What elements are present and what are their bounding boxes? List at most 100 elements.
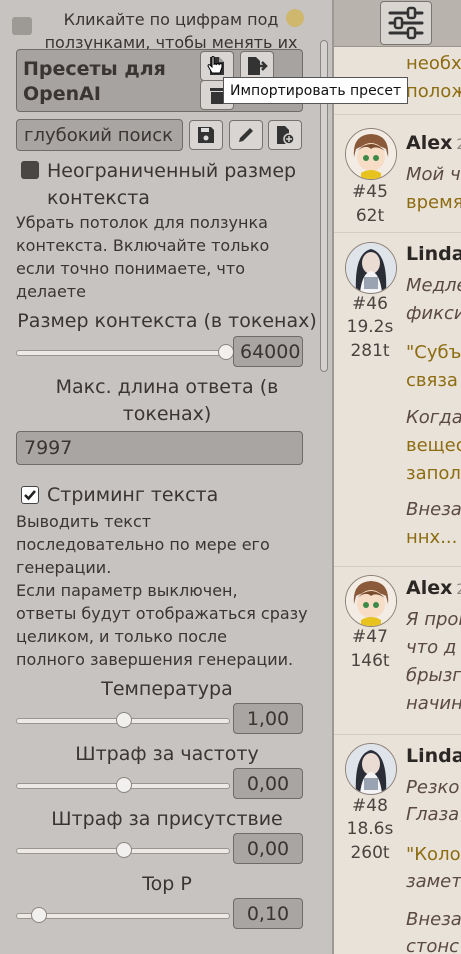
panel-corner-icon (286, 9, 304, 27)
top-p-slider[interactable] (16, 907, 230, 923)
linda-avatar-icon (346, 744, 396, 794)
streaming-desc-line: последовательно по мере его (16, 535, 270, 554)
unlimited-context-desc-line: если точно понимаете, что (16, 259, 245, 278)
close-panel-icon[interactable] (12, 17, 32, 35)
message-text-line: замет (406, 871, 461, 892)
pencil-icon (239, 128, 253, 142)
message-text-line: вещес (406, 435, 461, 456)
message-text-line: Я прог (406, 609, 461, 630)
message-index: #46 (352, 294, 388, 314)
slider-thumb[interactable] (116, 777, 132, 793)
presence-penalty-slider[interactable] (16, 842, 230, 858)
streaming-desc-line: ответы будут отображаться сразу (16, 604, 308, 623)
import-preset-tooltip: Импортировать пресет (223, 77, 409, 104)
message-text-line: Внеза (406, 499, 461, 520)
message-index: #45 (352, 182, 388, 202)
slider-thumb[interactable] (116, 842, 132, 858)
message-divider (334, 114, 461, 115)
message-text-line: брызг (406, 665, 461, 686)
context-size-value[interactable]: 64000 (233, 336, 303, 367)
message-timestamp: 2 (456, 582, 461, 598)
message-text-line: начин (406, 693, 461, 714)
message-divider (334, 232, 461, 233)
temperature-label: Температура (101, 678, 233, 700)
message-text-line: "Коло (406, 844, 461, 865)
message-text-line: запол (406, 463, 461, 484)
streaming-desc-line: полного завершения генерации. (16, 650, 294, 669)
save-preset-button[interactable] (189, 120, 223, 150)
message-index: #47 (352, 627, 388, 647)
preset-select[interactable]: глубокий поиск (16, 119, 183, 151)
message-author: Linda (406, 745, 461, 767)
sliders-icon (388, 6, 424, 40)
top-p-value[interactable]: 0,10 (233, 898, 303, 929)
message-author: Alex 2 (406, 577, 461, 599)
top-p-label: Top P (142, 873, 192, 895)
message-text-line: время (406, 192, 461, 213)
temperature-value[interactable]: 1,00 (233, 703, 303, 734)
new-preset-button[interactable] (268, 120, 302, 150)
max-response-input[interactable]: 7997 (16, 431, 303, 465)
message-index: #48 (352, 796, 388, 816)
unlimited-context-checkbox[interactable] (21, 161, 39, 179)
message-token-count: 146t (350, 651, 390, 671)
presence-penalty-value[interactable]: 0,00 (233, 833, 303, 864)
unlimited-context-desc-line: контекста. Включайте только (16, 236, 270, 255)
message-text-line: фикси (406, 303, 461, 324)
avatar[interactable] (345, 743, 397, 795)
message-text-line: связа (406, 370, 458, 391)
message-text-line: Мой ч (406, 164, 461, 185)
message-token-count: 281t (350, 341, 390, 361)
settings-panel: Кликайте по цифрам под ползунками, чтобы… (0, 0, 334, 954)
streaming-checkbox[interactable] (21, 486, 39, 504)
rename-preset-button[interactable] (229, 120, 263, 150)
slider-thumb[interactable] (116, 712, 132, 728)
file-add-icon (277, 126, 295, 145)
streaming-desc-line: целиком, и только после (16, 627, 227, 646)
chat-top-bar (334, 0, 461, 47)
message-text-line: Резко (406, 777, 460, 798)
slider-thumb[interactable] (31, 907, 48, 923)
frequency-penalty-value[interactable]: 0,00 (233, 768, 303, 799)
message-timestamp: 2 (456, 137, 461, 153)
alex-avatar-icon (346, 129, 396, 179)
message-text-line: "Субъ (406, 342, 461, 363)
frequency-penalty-label: Штраф за частоту (75, 743, 259, 765)
context-size-slider[interactable] (16, 344, 234, 360)
message-divider (334, 566, 461, 567)
presets-title: Пресеты для OpenAI (23, 58, 166, 105)
alex-avatar-icon (346, 576, 396, 626)
frequency-penalty-slider[interactable] (16, 777, 230, 793)
slider-thumb[interactable] (218, 344, 234, 360)
streaming-desc-line: Если параметр выключен, (16, 581, 238, 600)
message-author: Linda (406, 243, 461, 265)
streaming-desc-line: Выводить текст (16, 512, 152, 531)
message-text-line: Медле (406, 275, 461, 296)
avatar[interactable] (345, 128, 397, 180)
streaming-label: Стриминг текста (47, 484, 219, 506)
message-text-line: ннх... (406, 527, 458, 548)
avatar[interactable] (345, 575, 397, 627)
temperature-slider[interactable] (16, 712, 230, 728)
message-text-line: стонс (406, 936, 460, 954)
streaming-desc-line: генерации. (16, 558, 112, 577)
file-export-icon (248, 57, 268, 75)
message-author: Alex 2 (406, 132, 461, 154)
message-divider (334, 734, 461, 735)
linda-avatar-icon (346, 243, 396, 293)
message-text-line: Когда (406, 407, 461, 428)
prev-message-line: полож (406, 81, 461, 102)
message-text-line: что д (406, 637, 457, 658)
message-gen-time: 19.2s (346, 317, 394, 337)
checkmark-icon (24, 490, 36, 501)
chat-area: необх полож #45 62t Alex 2 Мой ч время #… (334, 0, 461, 954)
unlimited-context-label: Неограниченный размер контекста (47, 160, 297, 209)
settings-panel-button[interactable] (380, 1, 432, 45)
message-text-line: Внеза (406, 909, 461, 930)
message-gen-time: 18.6s (346, 819, 394, 839)
prev-message-line: необх (406, 53, 461, 74)
message-text-line: Глаза (406, 804, 460, 825)
message-token-count: 62t (355, 206, 385, 226)
avatar[interactable] (345, 242, 397, 294)
max-response-label: Макс. длина ответа (в токенах) (55, 376, 279, 425)
